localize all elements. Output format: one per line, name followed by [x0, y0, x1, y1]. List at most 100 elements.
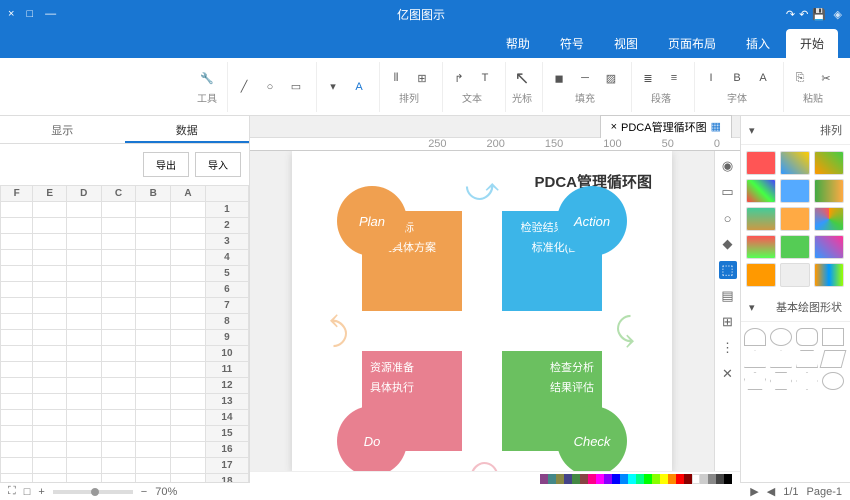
- document-tab[interactable]: ▦ PDCA管理循环图 ×: [600, 115, 732, 139]
- tab-display[interactable]: 显示: [0, 116, 125, 143]
- zoom-slider[interactable]: [53, 490, 133, 494]
- color-swatch[interactable]: [628, 474, 636, 484]
- quick-redo-icon[interactable]: ↷: [786, 8, 795, 21]
- font-icon[interactable]: A: [753, 68, 773, 88]
- template-item[interactable]: [746, 263, 776, 287]
- color-swatch[interactable]: [724, 474, 732, 484]
- vtool-more-icon[interactable]: ⋮: [719, 339, 737, 357]
- line-shape-icon[interactable]: ╱: [234, 77, 254, 97]
- next-page-icon[interactable]: ▶: [750, 485, 758, 498]
- check-circle[interactable]: Check: [557, 406, 627, 471]
- pdca-diagram[interactable]: ⤻ ⤻ ⤻ ⤻ Action Plan Do Check 检验结果(有效)标准化…: [362, 211, 602, 451]
- shape-para[interactable]: [820, 350, 847, 368]
- shape-hex[interactable]: [770, 372, 792, 390]
- minimize-button[interactable]: —: [45, 8, 56, 20]
- align-icon[interactable]: ⫴: [386, 68, 406, 88]
- color-swatch[interactable]: [708, 474, 716, 484]
- page[interactable]: PDCA管理循环图 ⤻ ⤻ ⤻ ⤻ Action Plan Do Check 检…: [292, 151, 672, 471]
- shape-rounded[interactable]: [796, 328, 818, 346]
- template-item[interactable]: [746, 151, 776, 175]
- shape-ellipse[interactable]: [770, 328, 792, 346]
- tab-view[interactable]: 视图: [600, 29, 652, 58]
- tool-icon[interactable]: 🔧: [197, 68, 217, 88]
- shadow-icon[interactable]: ◼: [549, 68, 569, 88]
- prev-page-icon[interactable]: ◀: [767, 485, 775, 498]
- color-swatch[interactable]: [684, 474, 692, 484]
- shape-pent[interactable]: [744, 372, 766, 390]
- template-item[interactable]: [814, 263, 844, 287]
- group-icon[interactable]: ⊞: [412, 68, 432, 88]
- shape-tri2[interactable]: [744, 350, 766, 368]
- color-swatch[interactable]: [588, 474, 596, 484]
- color-swatch[interactable]: [556, 474, 564, 484]
- template-item[interactable]: [746, 235, 776, 259]
- bold-icon[interactable]: B: [727, 68, 747, 88]
- color-swatch[interactable]: [604, 474, 612, 484]
- zoom-value[interactable]: 70%: [155, 486, 177, 498]
- shape-diamond[interactable]: [796, 372, 818, 390]
- shape-circle[interactable]: [822, 372, 844, 390]
- tab-symbol[interactable]: 符号: [546, 29, 598, 58]
- italic-icon[interactable]: I: [701, 68, 721, 88]
- template-item[interactable]: [780, 207, 810, 231]
- color-swatch[interactable]: [692, 474, 700, 484]
- quick-save-icon[interactable]: 💾: [812, 8, 826, 21]
- canvas[interactable]: PDCA管理循环图 ⤻ ⤻ ⤻ ⤻ Action Plan Do Check 检…: [250, 151, 714, 471]
- shapes-header[interactable]: 基本绘图形状▾: [741, 293, 850, 322]
- lib-header[interactable]: 排列▾: [741, 116, 850, 145]
- color-swatch[interactable]: [700, 474, 708, 484]
- vtool-rect-icon[interactable]: ▭: [719, 183, 737, 201]
- shape-rect[interactable]: [822, 328, 844, 346]
- color-swatch[interactable]: [636, 474, 644, 484]
- tab-data[interactable]: 数据: [125, 116, 250, 143]
- template-item[interactable]: [780, 179, 810, 203]
- color-swatch[interactable]: [660, 474, 668, 484]
- color-swatch[interactable]: [548, 474, 556, 484]
- template-item[interactable]: [780, 263, 810, 287]
- fullscreen-icon[interactable]: ⛶: [8, 485, 16, 498]
- vtool-close-icon[interactable]: ✕: [719, 365, 737, 383]
- close-button[interactable]: ×: [8, 8, 14, 20]
- circle-shape-icon[interactable]: ○: [260, 77, 280, 97]
- paste-label[interactable]: 粘贴: [803, 90, 823, 105]
- template-item[interactable]: [780, 235, 810, 259]
- page-indicator[interactable]: Page-1: [807, 486, 842, 498]
- color-swatch[interactable]: [580, 474, 588, 484]
- color-swatch[interactable]: [572, 474, 580, 484]
- align-center-icon[interactable]: ≣: [638, 68, 658, 88]
- template-item[interactable]: [814, 235, 844, 259]
- cut-icon[interactable]: ✂: [816, 68, 836, 88]
- color-swatch[interactable]: [564, 474, 572, 484]
- template-item[interactable]: [746, 207, 776, 231]
- quick-undo-icon[interactable]: ↶: [799, 8, 808, 21]
- color-swatch[interactable]: [612, 474, 620, 484]
- data-sheet[interactable]: ABCDEF 1 2 3 4 5 6 7 8 9 10 11 12 13 14 …: [0, 185, 249, 482]
- align-left-icon[interactable]: ≡: [664, 68, 684, 88]
- vtool-select-icon[interactable]: ⬚: [719, 261, 737, 279]
- chevron-down-icon[interactable]: ▾: [749, 301, 755, 314]
- vtool-circle-icon[interactable]: ○: [719, 209, 737, 227]
- vtool-grid-icon[interactable]: ▤: [719, 287, 737, 305]
- fill-icon[interactable]: ▨: [601, 68, 621, 88]
- cursor-icon[interactable]: ↖: [512, 68, 532, 88]
- chevron-down-icon[interactable]: ▾: [749, 124, 755, 137]
- rect-shape-icon[interactable]: ▭: [286, 77, 306, 97]
- action-circle[interactable]: Action: [557, 186, 627, 256]
- line-icon[interactable]: ─: [575, 68, 595, 88]
- fit-icon[interactable]: □: [24, 486, 31, 498]
- maximize-button[interactable]: □: [26, 8, 33, 20]
- copy-icon[interactable]: ⎘: [790, 68, 810, 88]
- tab-start[interactable]: 开始: [786, 29, 838, 58]
- plan-circle[interactable]: Plan: [337, 186, 407, 256]
- template-item[interactable]: [814, 151, 844, 175]
- shape-trap[interactable]: [796, 350, 818, 368]
- zoom-in-icon[interactable]: +: [38, 486, 44, 498]
- import-button[interactable]: 导入: [195, 152, 241, 177]
- tab-insert[interactable]: 插入: [732, 29, 784, 58]
- shape-arch[interactable]: [744, 328, 766, 346]
- export-button[interactable]: 导出: [143, 152, 189, 177]
- color-swatch[interactable]: [620, 474, 628, 484]
- template-item[interactable]: [746, 179, 776, 203]
- vtool-table-icon[interactable]: ⊞: [719, 313, 737, 331]
- color-swatch[interactable]: [540, 474, 548, 484]
